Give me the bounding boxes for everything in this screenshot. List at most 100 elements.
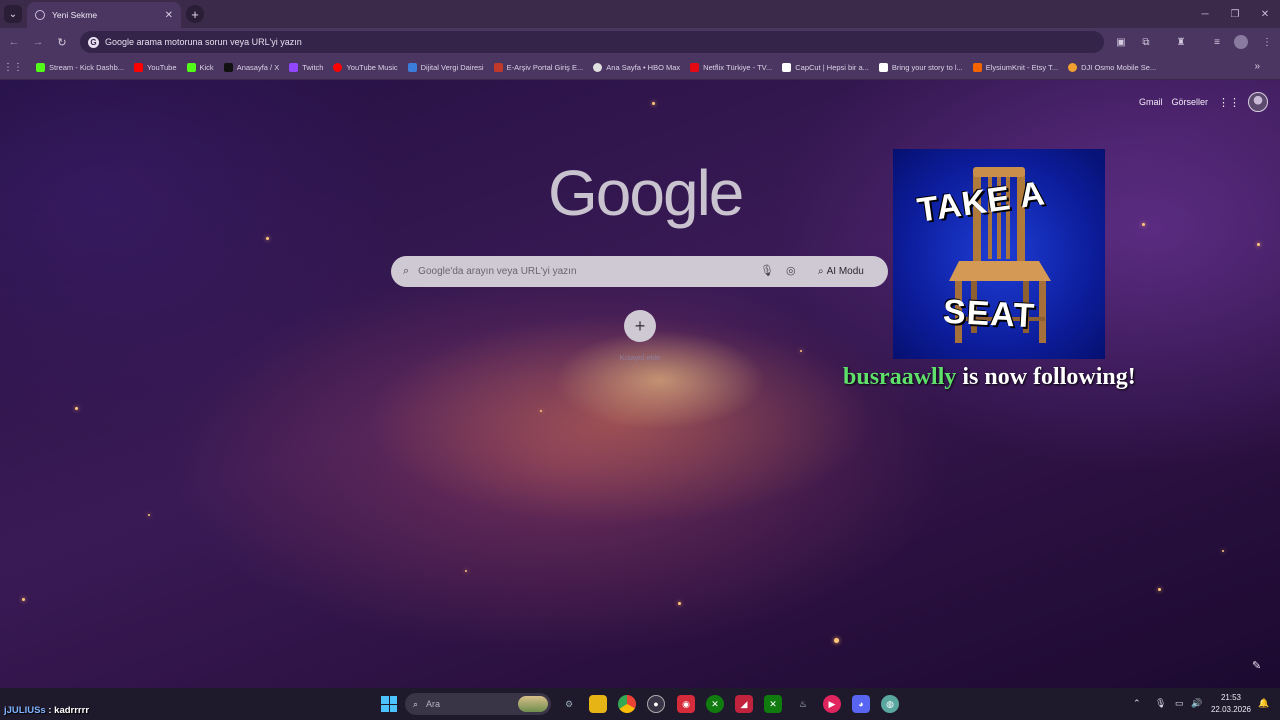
obs-studio-icon[interactable]: ●: [647, 695, 665, 713]
twitch-icon: [289, 63, 299, 72]
bookmark-item[interactable]: E-Arşiv Portal Giriş E...: [493, 63, 583, 72]
google-logo: Google: [548, 157, 744, 229]
background-star: [22, 598, 25, 601]
bookmark-item[interactable]: ElysiumKnit - Etsy T...: [972, 63, 1058, 72]
youtube-music-icon: [333, 63, 343, 72]
background-star: [1257, 243, 1260, 246]
search-box[interactable]: ⌕ Google'da arayın veya URL'yi yazın 🎙 ◎…: [391, 256, 888, 287]
etsy-icon: [972, 63, 982, 72]
account-avatar[interactable]: [1248, 92, 1268, 112]
bookmark-item[interactable]: Bring your story to l...: [878, 63, 963, 72]
screenshot-icon[interactable]: ▣: [1114, 35, 1128, 49]
bookmark-item[interactable]: Twitch: [289, 63, 323, 72]
app-launcher-icon[interactable]: ◢: [735, 695, 753, 713]
microphone-icon[interactable]: 🎙: [760, 264, 774, 277]
search-placeholder: Google'da arayın veya URL'yi yazın: [418, 266, 577, 277]
google-icon: G: [88, 36, 99, 48]
follow-alert-message: busraawlly is now following!: [843, 364, 1136, 391]
arrow-left-icon: ←: [8, 36, 20, 48]
background-star: [800, 350, 802, 352]
new-tab-button[interactable]: +: [186, 5, 204, 23]
settings-gear-icon[interactable]: ⚙: [560, 695, 578, 713]
customize-pencil-icon[interactable]: ✎: [1252, 659, 1261, 672]
bookmark-item[interactable]: Kick: [186, 63, 214, 72]
ai-mode-button[interactable]: ⌕ AI Modu: [812, 261, 870, 282]
incognito-icon[interactable]: ♜: [1174, 35, 1188, 49]
volume-icon[interactable]: 🔊: [1191, 698, 1202, 709]
images-link[interactable]: Görseller: [1171, 97, 1208, 107]
ai-mode-label: AI Modu: [826, 266, 864, 277]
forward-button[interactable]: →: [30, 34, 46, 50]
background-star: [1222, 550, 1224, 552]
address-bar[interactable]: G Google arama motoruna sorun veya URL'y…: [80, 31, 1104, 53]
restore-button[interactable]: ❐: [1220, 0, 1250, 28]
windows-taskbar: ⌕ Ara ⚙ ● ◉ ✕ ◢ ✕ ♨ ▶ ◕ ◍ ⌃ 🎙 ▭ 🔊 21:53 …: [0, 688, 1280, 720]
tab-new-tab[interactable]: Yeni Sekme ✕: [27, 2, 181, 28]
bookmark-item[interactable]: YouTube Music: [333, 63, 398, 72]
bookmark-item[interactable]: CapCut | Hepsi bir a...: [782, 63, 869, 72]
menu-icon[interactable]: ⋮: [1260, 35, 1274, 49]
add-shortcut-button[interactable]: +: [624, 310, 656, 342]
taskbar-search[interactable]: ⌕ Ara: [405, 693, 551, 715]
tax-office-icon: [407, 63, 417, 72]
bookmark-item[interactable]: DJI Osmo Mobile Se...: [1068, 63, 1156, 72]
bookmark-item[interactable]: Netflix Türkiye - TV...: [690, 63, 772, 72]
background-star: [266, 237, 269, 240]
bookmark-item[interactable]: Dijital Vergi Dairesi: [407, 63, 484, 72]
background-star: [540, 410, 542, 412]
notifications-icon[interactable]: 🔔: [1258, 698, 1269, 709]
kick-icon: [186, 63, 196, 72]
google-lens-icon[interactable]: ◎: [786, 264, 796, 277]
kick-icon: [36, 63, 45, 72]
address-bar-placeholder: Google arama motoruna sorun veya URL'yi …: [105, 37, 302, 47]
media-controls-icon[interactable]: ≡: [1210, 35, 1224, 49]
gmail-link[interactable]: Gmail: [1139, 97, 1163, 107]
tab-search-button[interactable]: ⌄: [4, 5, 22, 23]
microphone-tray-icon[interactable]: 🎙: [1155, 698, 1166, 709]
extensions-icon[interactable]: ⧉: [1139, 35, 1153, 49]
minimize-button[interactable]: ─: [1190, 0, 1220, 28]
capcut-icon: [782, 63, 792, 72]
discord-icon[interactable]: ◕: [852, 695, 870, 713]
e-archive-icon: [493, 63, 503, 72]
arrow-right-icon: →: [32, 36, 44, 48]
file-explorer-icon[interactable]: [589, 695, 607, 713]
youtube-icon: [134, 63, 144, 72]
xbox-icon[interactable]: ✕: [706, 695, 724, 713]
reload-button[interactable]: ↻: [54, 34, 70, 50]
media-app-icon[interactable]: ▶: [823, 695, 841, 713]
search-icon: ⌕: [413, 698, 419, 709]
bookmark-item[interactable]: Ana Sayfa • HBO Max: [593, 63, 680, 72]
background-star: [652, 102, 655, 105]
more-bookmarks-icon[interactable]: »: [1254, 61, 1260, 72]
profile-avatar[interactable]: [1234, 35, 1248, 49]
chrome-taskbar-icon[interactable]: [618, 695, 636, 713]
taskbar-clock[interactable]: 21:53 22.03.2026: [1206, 692, 1256, 716]
background-star: [465, 570, 467, 572]
xbox-app-icon[interactable]: ✕: [764, 695, 782, 713]
chevron-down-icon: ⌄: [8, 8, 18, 20]
ntp-top-links: Gmail Görseller ⋮⋮: [1130, 92, 1268, 112]
background-star: [1142, 223, 1145, 226]
new-tab-page: Gmail Görseller ⋮⋮ Google ⌕ Google'da ar…: [0, 80, 1280, 688]
bookmark-item[interactable]: Stream - Kick Dashb...: [36, 63, 124, 72]
apps-grid-icon[interactable]: ⋮⋮: [3, 61, 23, 75]
bookmark-item[interactable]: YouTube: [134, 63, 177, 72]
x-icon: [223, 63, 233, 72]
close-tab-icon[interactable]: ✕: [165, 10, 173, 21]
close-window-button[interactable]: ✕: [1250, 0, 1280, 28]
tray-overflow-icon[interactable]: ⌃: [1133, 698, 1141, 709]
reload-icon: ↻: [57, 36, 67, 49]
network-icon[interactable]: ▭: [1175, 698, 1184, 709]
google-apps-icon[interactable]: ⋮⋮: [1218, 95, 1240, 109]
follower-username: busraawlly: [843, 364, 957, 390]
plus-icon: +: [634, 315, 646, 336]
globe-app-icon[interactable]: ◍: [881, 695, 899, 713]
bookmark-item[interactable]: Anasayfa / X: [223, 63, 279, 72]
start-button[interactable]: [381, 696, 397, 712]
back-button[interactable]: ←: [6, 34, 22, 50]
netflix-icon: [690, 63, 700, 72]
background-star: [678, 602, 681, 605]
steam-icon[interactable]: ♨: [794, 695, 812, 713]
app-red-icon[interactable]: ◉: [677, 695, 695, 713]
